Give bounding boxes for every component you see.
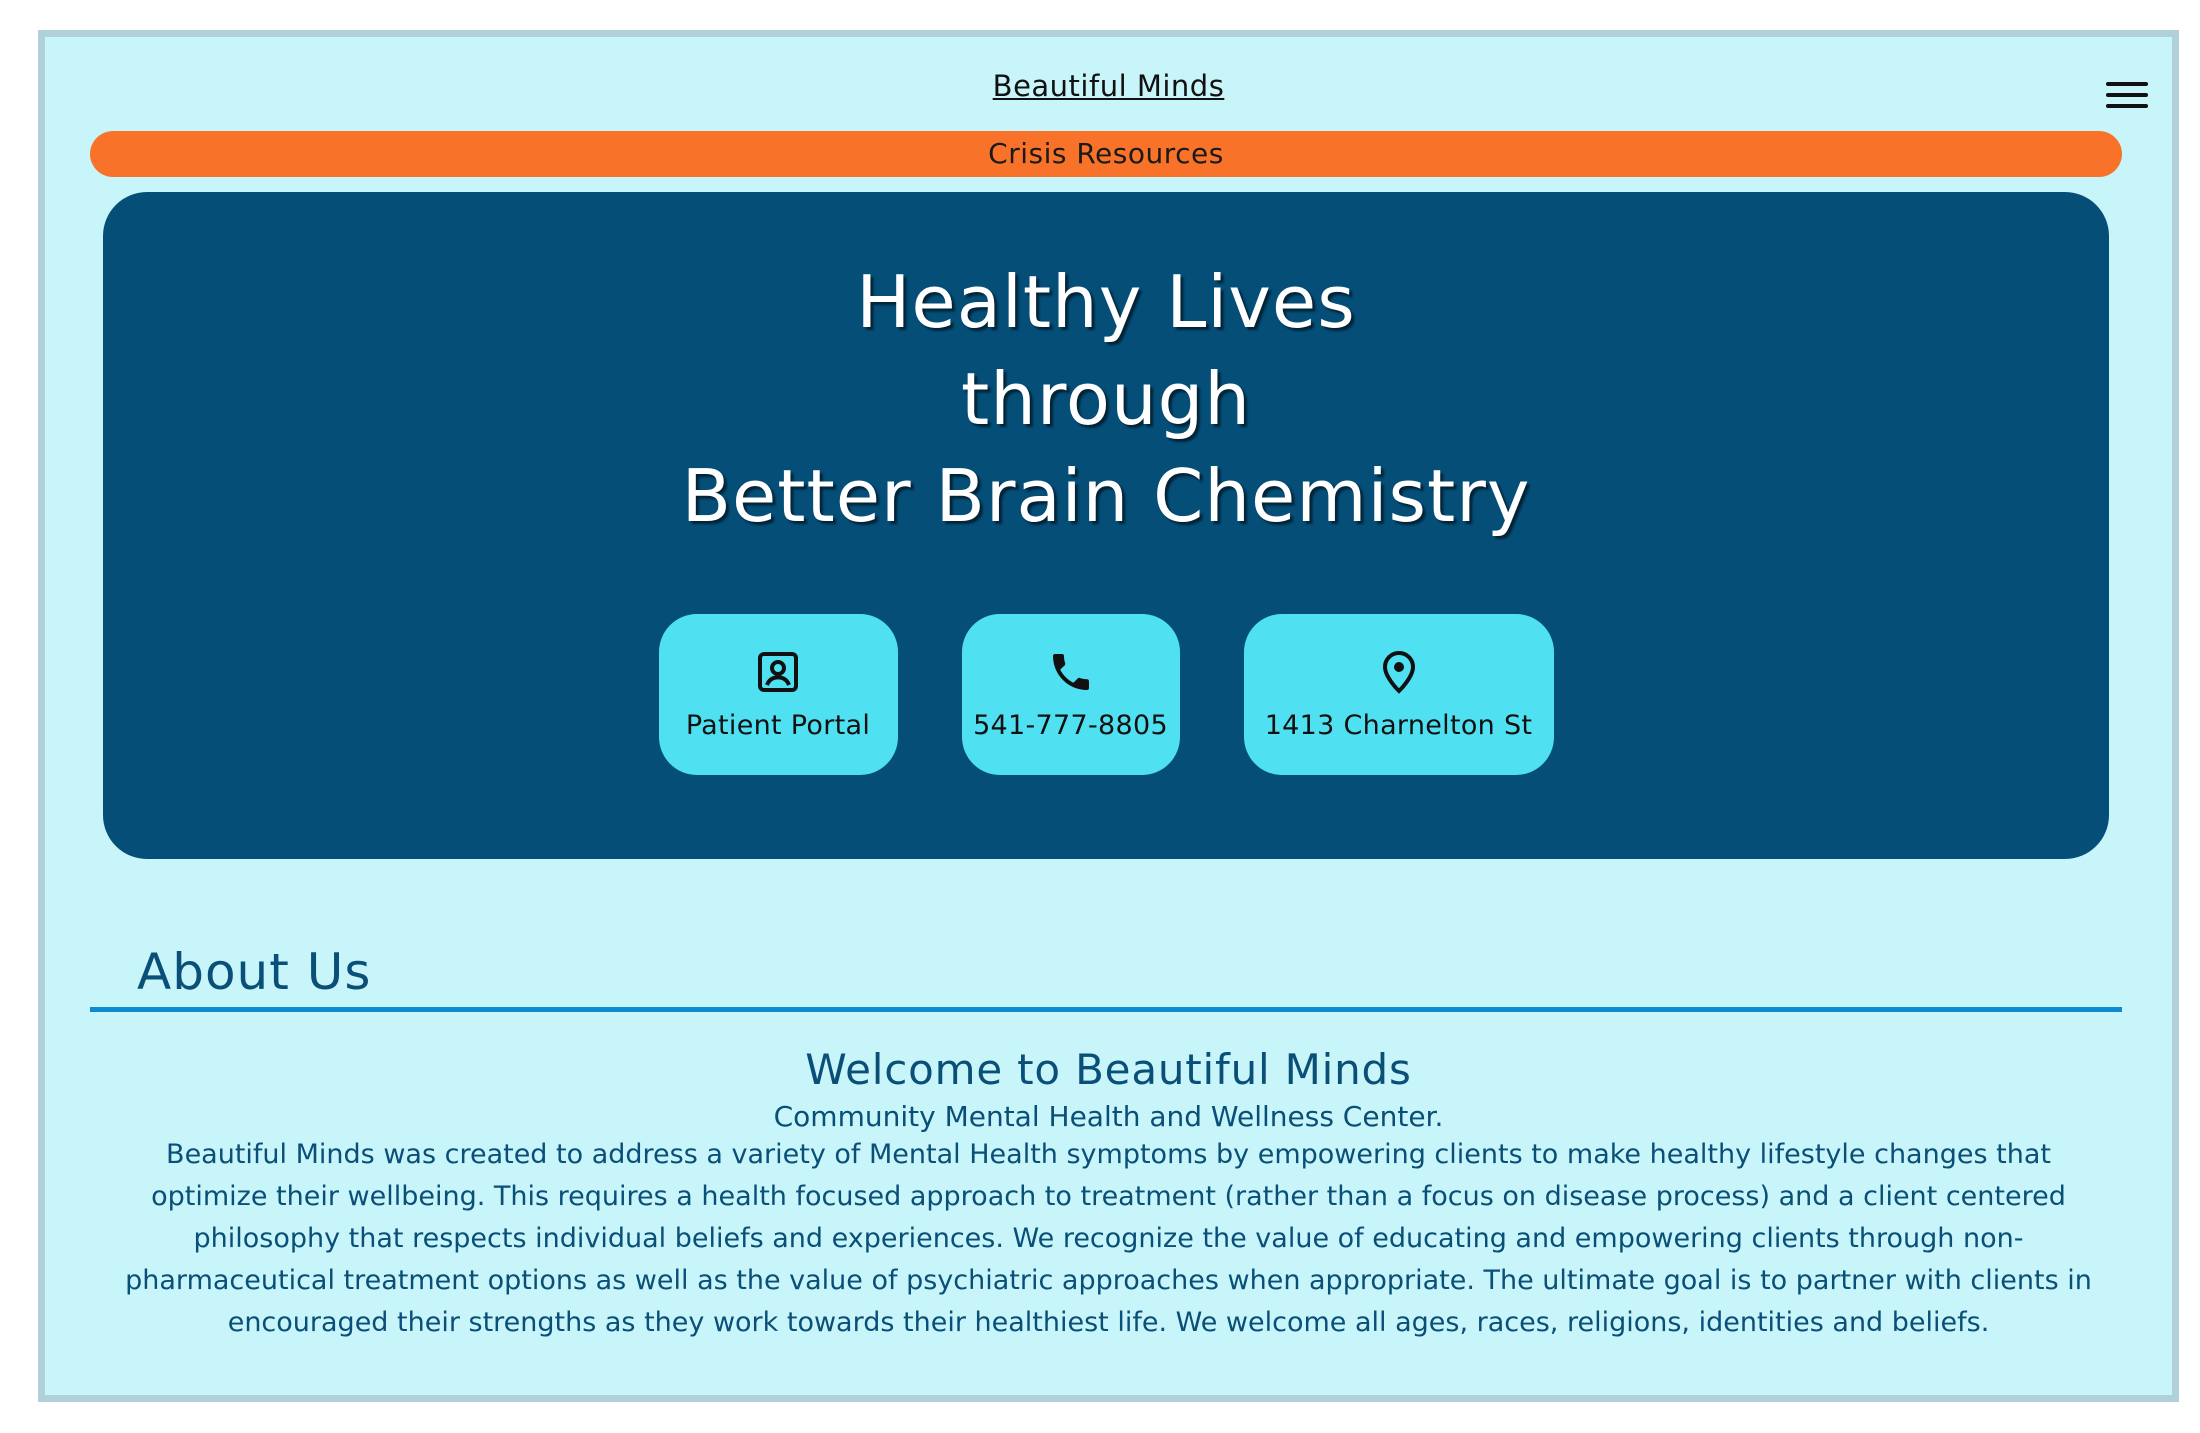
- welcome-subtitle: Community Mental Health and Wellness Cen…: [773, 1100, 1444, 1133]
- contact-card-icon: [758, 652, 798, 692]
- phone-number-label: 541-777-8805: [973, 710, 1168, 741]
- section-divider: [90, 1007, 2122, 1012]
- menu-line: [2106, 82, 2148, 86]
- menu-line: [2106, 93, 2148, 97]
- hero-actions: Patient Portal 541-777-8805 1413 Charnel…: [103, 614, 2109, 775]
- welcome-title: Welcome to Beautiful Minds: [805, 1045, 1412, 1094]
- crisis-resources-button[interactable]: Crisis Resources: [90, 131, 2122, 177]
- patient-portal-label: Patient Portal: [685, 710, 871, 741]
- phone-button[interactable]: 541-777-8805: [961, 614, 1180, 775]
- hero-headline: Healthy Lives through Better Brain Chemi…: [103, 254, 2109, 545]
- map-pin-icon: [1382, 650, 1415, 694]
- menu-line: [2106, 104, 2148, 108]
- address-label: 1413 Charnelton St: [1264, 710, 1533, 741]
- hamburger-menu-icon[interactable]: [2106, 79, 2148, 111]
- hero-headline-line: Healthy Lives: [856, 260, 1356, 344]
- about-body-text: Beautiful Minds was created to address a…: [125, 1139, 2092, 1338]
- hero-headline-line: through: [961, 357, 1251, 441]
- address-button[interactable]: 1413 Charnelton St: [1243, 614, 1554, 775]
- hero-headline-line: Better Brain Chemistry: [681, 454, 1531, 538]
- page-frame: Beautiful Minds Crisis Resources Healthy…: [38, 30, 2179, 1402]
- about-us-heading: About Us: [137, 943, 372, 1001]
- hero-panel: Healthy Lives through Better Brain Chemi…: [103, 192, 2109, 859]
- site-title-link[interactable]: Beautiful Minds: [45, 69, 2172, 103]
- patient-portal-button[interactable]: Patient Portal: [658, 614, 898, 775]
- phone-icon: [1052, 654, 1089, 690]
